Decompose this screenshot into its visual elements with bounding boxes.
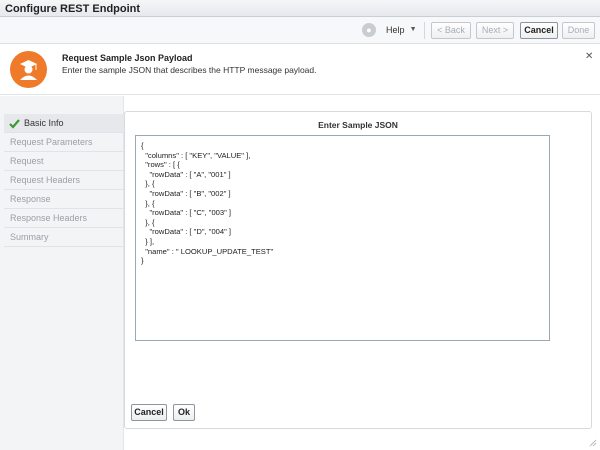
sidebar-item-summary[interactable]: Summary: [4, 228, 124, 247]
sidebar-item-label: Basic Info: [24, 118, 64, 128]
sidebar-item-label: Summary: [10, 232, 49, 242]
check-icon: [9, 119, 20, 129]
cancel-button[interactable]: Cancel: [520, 22, 558, 39]
sidebar-item-response-headers[interactable]: Response Headers: [4, 209, 124, 228]
window-title: Configure REST Endpoint: [0, 0, 600, 17]
banner-title: Request Sample Json Payload: [62, 53, 193, 63]
info-banner: Request Sample Json Payload Enter the sa…: [0, 45, 600, 95]
sample-json-input[interactable]: { "columns" : [ "KEY", "VALUE" ], "rows"…: [135, 135, 550, 341]
close-icon[interactable]: ✕: [585, 52, 593, 62]
chevron-down-icon: ▼: [409, 26, 417, 33]
help-menu-label: Help: [386, 25, 405, 35]
help-menu[interactable]: Help ▼: [386, 22, 419, 38]
sidebar-item-request[interactable]: Request: [4, 152, 124, 171]
toolbar: ● Help ▼ < Back Next > Cancel Done: [0, 17, 600, 44]
sidebar-item-label: Request Parameters: [10, 137, 93, 147]
wizard-steps: Basic Info Request Parameters Request Re…: [4, 114, 124, 247]
banner-subtitle: Enter the sample JSON that describes the…: [62, 65, 317, 75]
sidebar-item-label: Response Headers: [10, 213, 88, 223]
resize-grip-icon[interactable]: [589, 439, 597, 447]
sidebar-item-label: Response: [10, 194, 51, 204]
sidebar-item-request-parameters[interactable]: Request Parameters: [4, 133, 124, 152]
toolbar-divider: [424, 22, 425, 39]
next-button[interactable]: Next >: [476, 22, 514, 39]
avatar: [10, 51, 47, 88]
sidebar-item-label: Request: [10, 156, 44, 166]
sidebar-item-response[interactable]: Response: [4, 190, 124, 209]
panel-cancel-button[interactable]: Cancel: [131, 404, 167, 421]
sidebar-item-label: Request Headers: [10, 175, 81, 185]
back-button[interactable]: < Back: [431, 22, 471, 39]
sidebar: Basic Info Request Parameters Request Re…: [0, 96, 124, 450]
sidebar-item-request-headers[interactable]: Request Headers: [4, 171, 124, 190]
panel-heading: Enter Sample JSON: [318, 120, 398, 130]
user-icon[interactable]: ●: [362, 23, 376, 37]
sidebar-item-basic-info[interactable]: Basic Info: [4, 114, 124, 133]
graduate-icon: [20, 60, 37, 80]
json-panel: Enter Sample JSON { "columns" : [ "KEY",…: [124, 111, 592, 429]
ok-button[interactable]: Ok: [173, 404, 195, 421]
done-button[interactable]: Done: [562, 22, 595, 39]
